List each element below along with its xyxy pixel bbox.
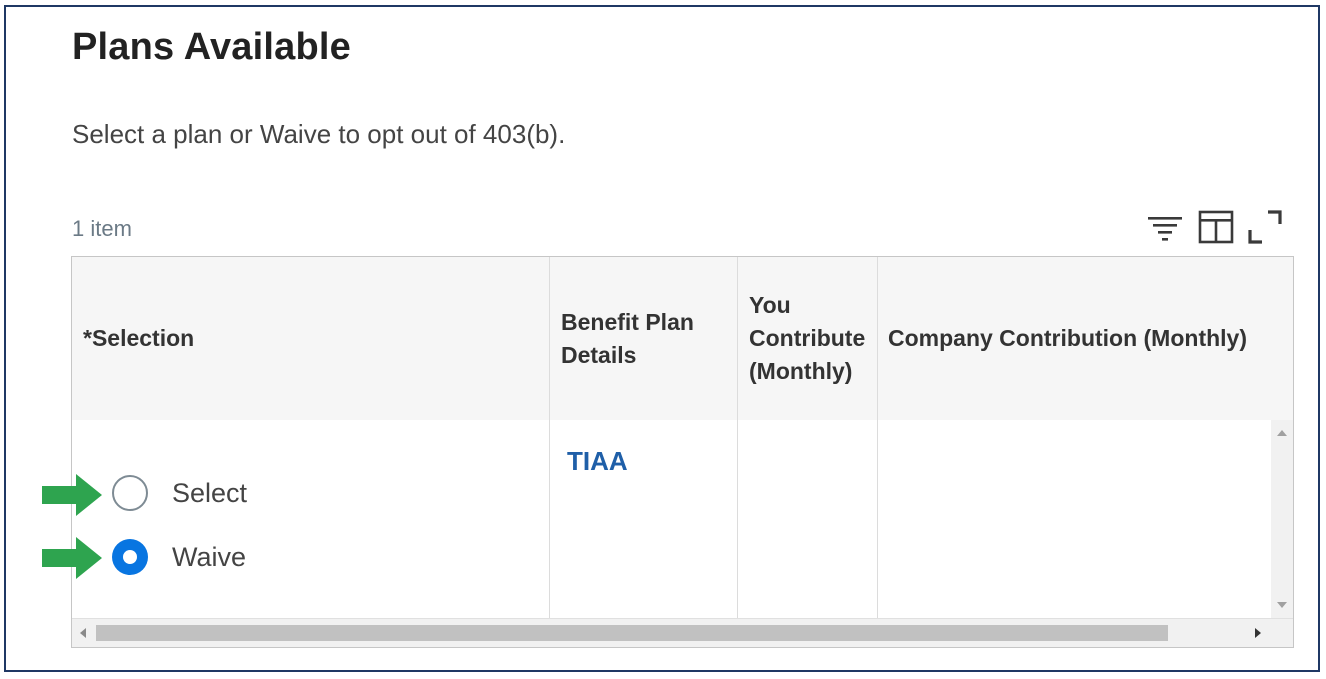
benefit-plan-cell: TIAA	[550, 420, 738, 618]
page-title: Plans Available	[72, 26, 351, 68]
waive-radio-label: Waive	[172, 541, 247, 572]
column-header-company-contribution: Company Contribution (Monthly)	[888, 325, 1247, 351]
arrow-pointer-icon	[42, 537, 102, 579]
scroll-up-arrow-icon[interactable]	[1277, 430, 1287, 436]
scroll-down-arrow-icon[interactable]	[1277, 602, 1287, 608]
scroll-left-arrow-icon[interactable]	[80, 628, 86, 638]
columns-icon[interactable]	[1198, 210, 1234, 244]
table-header: *Selection Benefit Plan Details You Cont…	[72, 257, 1293, 421]
select-radio-button[interactable]	[112, 475, 148, 511]
waive-radio-button[interactable]	[112, 539, 148, 575]
you-contribute-cell	[738, 420, 878, 618]
vertical-scrollbar[interactable]	[1271, 420, 1293, 618]
instructions-text: Select a plan or Waive to opt out of 403…	[72, 119, 566, 149]
column-header-benefit-plan-details: Benefit Plan Details	[550, 257, 738, 420]
select-radio-label: Select	[172, 477, 248, 508]
column-header-selection: *Selection	[72, 257, 550, 420]
radio-option-select[interactable]: Select	[112, 473, 247, 513]
column-header-you-contribute: You Contribute (Monthly)	[738, 257, 878, 420]
arrow-pointer-icon	[42, 474, 102, 516]
filter-icon[interactable]	[1146, 212, 1184, 242]
item-count: 1 item	[72, 216, 132, 241]
expand-icon[interactable]	[1248, 210, 1282, 244]
selection-cell: Select Waive	[72, 420, 550, 618]
company-contribution-cell	[878, 420, 1271, 618]
horizontal-scrollbar[interactable]	[72, 618, 1293, 647]
plans-table: *Selection Benefit Plan Details You Cont…	[71, 256, 1294, 648]
plan-link[interactable]: TIAA	[567, 446, 628, 477]
table-toolbar	[1146, 209, 1282, 245]
radio-option-waive[interactable]: Waive	[112, 537, 246, 577]
table-row: Select Waive TIAA	[72, 420, 1293, 618]
scrollbar-thumb[interactable]	[96, 625, 1168, 641]
scroll-right-arrow-icon[interactable]	[1255, 628, 1261, 638]
